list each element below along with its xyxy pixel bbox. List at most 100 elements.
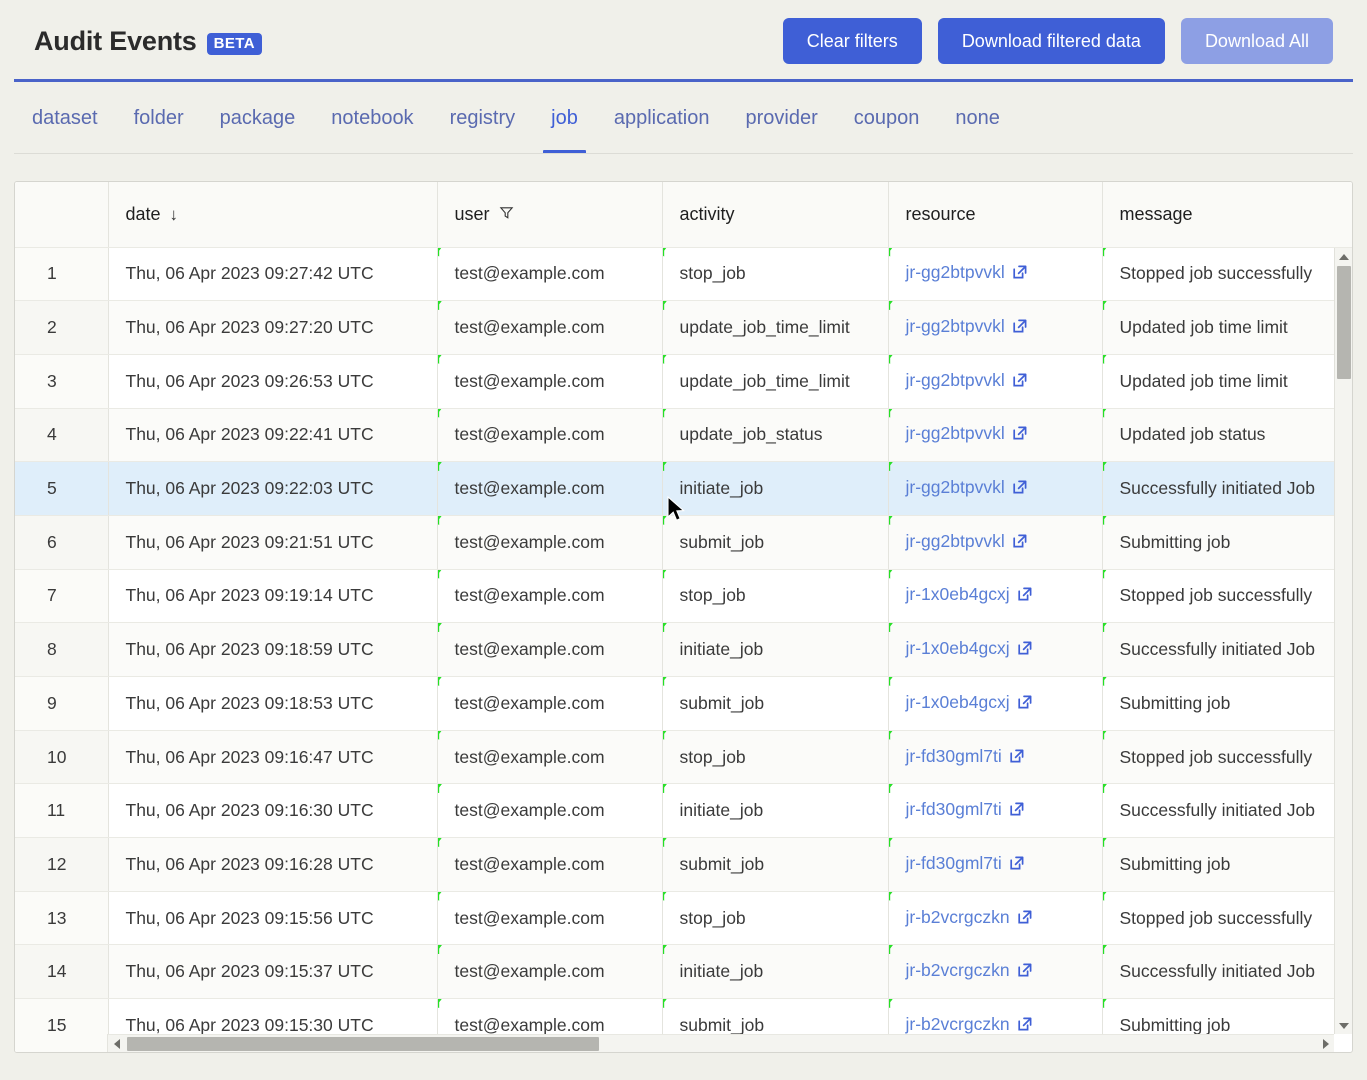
message-cell: Successfully initiated Job <box>1102 944 1352 1000</box>
table-row[interactable]: 2 Thu, 06 Apr 2023 09:27:20 UTC test@examp… <box>15 300 1352 355</box>
resource-link[interactable]: jr-1x0eb4gcxj <box>906 638 1010 658</box>
message-cell: Submitting job <box>1102 676 1352 731</box>
grid-viewport: date ↓ user activity resource message 1 … <box>15 182 1352 1052</box>
resource-link[interactable]: jr-b2vcrgczkn <box>906 1014 1010 1034</box>
download-filtered-data-button[interactable]: Download filtered data <box>937 18 1165 64</box>
page-header: Audit Events BETA Clear filters Download … <box>0 0 1367 82</box>
resource-cell: jr-b2vcrgczkn <box>888 944 1103 1000</box>
table-row[interactable]: 3 Thu, 06 Apr 2023 09:26:53 UTC test@examp… <box>15 354 1352 409</box>
resource-link[interactable]: jr-gg2btpvvkl <box>906 262 1005 282</box>
table-row[interactable]: 5 Thu, 06 Apr 2023 09:22:03 UTC test@examp… <box>15 461 1352 516</box>
resource-link[interactable]: jr-gg2btpvvkl <box>906 370 1005 390</box>
column-header-date[interactable]: date ↓ <box>108 182 438 248</box>
resource-link[interactable]: jr-gg2btpvvkl <box>906 531 1005 551</box>
activity-cell: initiate_job <box>662 461 889 516</box>
tab-provider[interactable]: provider <box>727 82 835 154</box>
resource-cell: jr-fd30gml7ti <box>888 730 1103 785</box>
external-link-icon[interactable] <box>1009 801 1025 822</box>
user-cell: test@example.com <box>437 783 663 839</box>
horizontal-scrollbar[interactable] <box>108 1034 1334 1052</box>
table-row[interactable]: 12 Thu, 06 Apr 2023 09:16:28 UTC test@exam… <box>15 837 1352 892</box>
resource-link[interactable]: jr-fd30gml7ti <box>906 799 1002 819</box>
user-cell: test@example.com <box>437 837 663 892</box>
clear-filters-button[interactable]: Clear filters <box>782 18 922 64</box>
user-cell: test@example.com <box>437 461 663 516</box>
external-link-icon[interactable] <box>1017 640 1033 661</box>
scroll-right-arrow-icon[interactable] <box>1317 1035 1334 1052</box>
tab-none[interactable]: none <box>937 82 1018 154</box>
row-index-cell: 12 <box>15 837 109 892</box>
scroll-up-arrow-icon[interactable] <box>1335 248 1352 265</box>
external-link-icon[interactable] <box>1012 372 1028 393</box>
tab-job[interactable]: job <box>533 82 596 154</box>
vertical-scrollbar-thumb[interactable] <box>1337 266 1351 379</box>
message-cell: Successfully initiated Job <box>1102 622 1352 677</box>
row-index-cell: 8 <box>15 622 109 677</box>
tab-coupon[interactable]: coupon <box>836 82 938 154</box>
column-header-resource[interactable]: resource <box>888 182 1103 248</box>
date-cell: Thu, 06 Apr 2023 09:19:14 UTC <box>108 569 438 624</box>
horizontal-scrollbar-thumb[interactable] <box>127 1037 599 1051</box>
activity-cell: initiate_job <box>662 783 889 839</box>
table-row[interactable]: 4 Thu, 06 Apr 2023 09:22:41 UTC test@examp… <box>15 408 1352 463</box>
table-row[interactable]: 7 Thu, 06 Apr 2023 09:19:14 UTC test@examp… <box>15 569 1352 624</box>
download-all-button: Download All <box>1180 18 1333 64</box>
resource-cell: jr-gg2btpvvkl <box>888 461 1103 516</box>
resource-link[interactable]: jr-fd30gml7ti <box>906 746 1002 766</box>
row-index-cell: 6 <box>15 515 109 570</box>
external-link-icon[interactable] <box>1017 586 1033 607</box>
resource-cell: jr-b2vcrgczkn <box>888 891 1103 946</box>
date-cell: Thu, 06 Apr 2023 09:27:42 UTC <box>108 247 438 302</box>
date-cell: Thu, 06 Apr 2023 09:18:53 UTC <box>108 676 438 731</box>
user-cell: test@example.com <box>437 622 663 677</box>
table-row[interactable]: 9 Thu, 06 Apr 2023 09:18:53 UTC test@examp… <box>15 676 1352 731</box>
external-link-icon[interactable] <box>1009 748 1025 769</box>
tab-folder[interactable]: folder <box>116 82 202 154</box>
table-row[interactable]: 6 Thu, 06 Apr 2023 09:21:51 UTC test@examp… <box>15 515 1352 570</box>
external-link-icon[interactable] <box>1009 855 1025 876</box>
table-row[interactable]: 1 Thu, 06 Apr 2023 09:27:42 UTC test@examp… <box>15 247 1352 302</box>
external-link-icon[interactable] <box>1012 479 1028 500</box>
tab-registry[interactable]: registry <box>432 82 534 154</box>
row-index-cell: 5 <box>15 461 109 516</box>
user-cell: test@example.com <box>437 354 663 409</box>
activity-cell: initiate_job <box>662 944 889 1000</box>
tab-application[interactable]: application <box>596 82 728 154</box>
tabs-divider <box>14 153 1353 154</box>
resource-link[interactable]: jr-1x0eb4gcxj <box>906 584 1010 604</box>
table-row[interactable]: 8 Thu, 06 Apr 2023 09:18:59 UTC test@examp… <box>15 622 1352 677</box>
external-link-icon[interactable] <box>1017 962 1033 983</box>
table-row[interactable]: 10 Thu, 06 Apr 2023 09:16:47 UTC test@exam… <box>15 730 1352 785</box>
resource-link[interactable]: jr-gg2btpvvkl <box>906 423 1005 443</box>
date-cell: Thu, 06 Apr 2023 09:16:30 UTC <box>108 783 438 839</box>
filter-funnel-icon[interactable] <box>499 204 514 225</box>
column-header-activity[interactable]: activity <box>662 182 889 248</box>
resource-link[interactable]: jr-b2vcrgczkn <box>906 960 1010 980</box>
resource-link[interactable]: jr-gg2btpvvkl <box>906 477 1005 497</box>
external-link-icon[interactable] <box>1012 264 1028 285</box>
resource-link[interactable]: jr-gg2btpvvkl <box>906 316 1005 336</box>
scroll-down-arrow-icon[interactable] <box>1335 1017 1352 1034</box>
resource-link[interactable]: jr-1x0eb4gcxj <box>906 692 1010 712</box>
tab-dataset[interactable]: dataset <box>14 82 116 154</box>
vertical-scrollbar[interactable] <box>1334 248 1352 1034</box>
sort-descending-arrow-icon[interactable]: ↓ <box>170 206 179 223</box>
table-row[interactable]: 11 Thu, 06 Apr 2023 09:16:30 UTC test@exam… <box>15 783 1352 839</box>
tab-package[interactable]: package <box>202 82 314 154</box>
resource-link[interactable]: jr-b2vcrgczkn <box>906 907 1010 927</box>
external-link-icon[interactable] <box>1012 533 1028 554</box>
tab-notebook[interactable]: notebook <box>313 82 431 154</box>
external-link-icon[interactable] <box>1012 318 1028 339</box>
resource-cell: jr-1x0eb4gcxj <box>888 569 1103 624</box>
column-header-user[interactable]: user <box>437 182 663 248</box>
external-link-icon[interactable] <box>1017 909 1033 930</box>
table-row[interactable]: 14 Thu, 06 Apr 2023 09:15:37 UTC test@exam… <box>15 944 1352 1000</box>
row-index-cell: 14 <box>15 944 109 1000</box>
resource-link[interactable]: jr-fd30gml7ti <box>906 853 1002 873</box>
resource-cell: jr-gg2btpvvkl <box>888 515 1103 570</box>
column-header-message[interactable]: message <box>1102 182 1352 248</box>
external-link-icon[interactable] <box>1017 694 1033 715</box>
scroll-left-arrow-icon[interactable] <box>108 1035 125 1052</box>
external-link-icon[interactable] <box>1012 425 1028 446</box>
table-row[interactable]: 13 Thu, 06 Apr 2023 09:15:56 UTC test@exam… <box>15 891 1352 946</box>
